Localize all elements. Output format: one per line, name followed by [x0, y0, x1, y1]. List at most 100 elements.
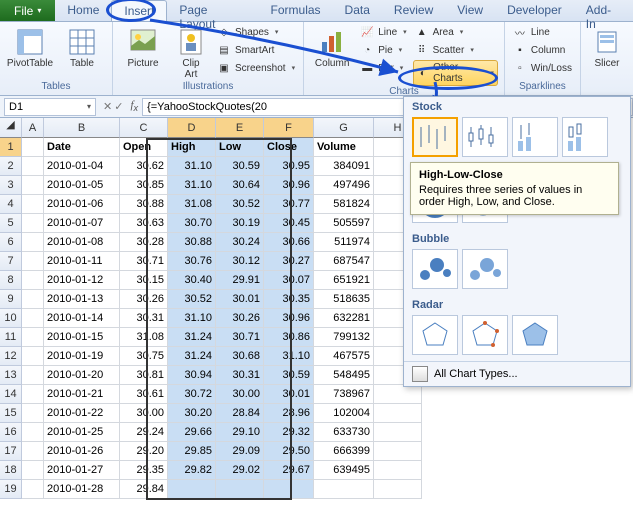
tab-view[interactable]: View — [445, 0, 495, 21]
cell-E18[interactable]: 29.02 — [216, 461, 264, 480]
cell-A17[interactable] — [22, 442, 44, 461]
colhdr-B[interactable]: B — [44, 118, 120, 138]
cell-A15[interactable] — [22, 404, 44, 423]
cell-F14[interactable]: 30.01 — [264, 385, 314, 404]
cell-B16[interactable]: 2010-01-25 — [44, 423, 120, 442]
rowhdr-17[interactable]: 17 — [0, 442, 22, 461]
cell-B17[interactable]: 2010-01-26 — [44, 442, 120, 461]
cell-D1[interactable]: High — [168, 138, 216, 157]
cell-H15[interactable] — [374, 404, 422, 423]
cell-F11[interactable]: 30.86 — [264, 328, 314, 347]
cell-E12[interactable]: 30.68 — [216, 347, 264, 366]
colhdr-D[interactable]: D — [168, 118, 216, 138]
shapes-button[interactable]: ◇Shapes — [215, 24, 297, 40]
cell-A8[interactable] — [22, 271, 44, 290]
cell-C9[interactable]: 30.26 — [120, 290, 168, 309]
cell-C10[interactable]: 30.31 — [120, 309, 168, 328]
cell-A6[interactable] — [22, 233, 44, 252]
line-chart-button[interactable]: 📈Line — [358, 24, 408, 40]
stock-chart-vohlc[interactable] — [562, 117, 608, 157]
cell-F2[interactable]: 30.95 — [264, 157, 314, 176]
cell-D19[interactable] — [168, 480, 216, 499]
cell-G13[interactable]: 548495 — [314, 366, 374, 385]
cell-B5[interactable]: 2010-01-07 — [44, 214, 120, 233]
slicer-button[interactable]: Slicer — [587, 24, 627, 69]
cell-H17[interactable] — [374, 442, 422, 461]
pivottable-button[interactable]: PivotTable — [6, 24, 54, 69]
tab-data[interactable]: Data — [333, 0, 382, 21]
rowhdr-2[interactable]: 2 — [0, 157, 22, 176]
cell-F15[interactable]: 28.96 — [264, 404, 314, 423]
rowhdr-12[interactable]: 12 — [0, 347, 22, 366]
picture-button[interactable]: Picture — [119, 24, 167, 69]
cell-B12[interactable]: 2010-01-19 — [44, 347, 120, 366]
rowhdr-4[interactable]: 4 — [0, 195, 22, 214]
tab-page-layout[interactable]: Page Layout — [167, 0, 258, 21]
cell-D5[interactable]: 30.70 — [168, 214, 216, 233]
cell-B19[interactable]: 2010-01-28 — [44, 480, 120, 499]
rowhdr-5[interactable]: 5 — [0, 214, 22, 233]
cell-G19[interactable] — [314, 480, 374, 499]
cell-A19[interactable] — [22, 480, 44, 499]
colhdr-E[interactable]: E — [216, 118, 264, 138]
cells-area[interactable]: DateOpenHighLowCloseVolume2010-01-0430.6… — [22, 138, 422, 499]
cell-E1[interactable]: Low — [216, 138, 264, 157]
scatter-chart-button[interactable]: ⠿Scatter — [413, 42, 498, 58]
select-all-corner[interactable]: ◢ — [0, 118, 22, 138]
cell-F4[interactable]: 30.77 — [264, 195, 314, 214]
cell-A7[interactable] — [22, 252, 44, 271]
cell-C15[interactable]: 30.00 — [120, 404, 168, 423]
screenshot-button[interactable]: ▣Screenshot — [215, 60, 297, 76]
cell-D9[interactable]: 30.52 — [168, 290, 216, 309]
cell-D12[interactable]: 31.24 — [168, 347, 216, 366]
cell-B11[interactable]: 2010-01-15 — [44, 328, 120, 347]
cell-D2[interactable]: 31.10 — [168, 157, 216, 176]
cell-B8[interactable]: 2010-01-12 — [44, 271, 120, 290]
rowhdr-16[interactable]: 16 — [0, 423, 22, 442]
cell-A4[interactable] — [22, 195, 44, 214]
cell-E3[interactable]: 30.64 — [216, 176, 264, 195]
cell-E7[interactable]: 30.12 — [216, 252, 264, 271]
cell-B13[interactable]: 2010-01-20 — [44, 366, 120, 385]
cell-E16[interactable]: 29.10 — [216, 423, 264, 442]
cell-C13[interactable]: 30.81 — [120, 366, 168, 385]
cell-F18[interactable]: 29.67 — [264, 461, 314, 480]
cell-D14[interactable]: 30.72 — [168, 385, 216, 404]
cell-D11[interactable]: 31.24 — [168, 328, 216, 347]
sparkline-winloss-button[interactable]: ▫Win/Loss — [511, 60, 574, 76]
cell-H19[interactable] — [374, 480, 422, 499]
sparkline-line-button[interactable]: 〰Line — [511, 24, 574, 40]
cell-A16[interactable] — [22, 423, 44, 442]
cell-F9[interactable]: 30.35 — [264, 290, 314, 309]
tab-home[interactable]: Home — [55, 0, 111, 21]
tab-review[interactable]: Review — [382, 0, 445, 21]
fx-icon[interactable]: fx — [126, 99, 142, 113]
cell-G3[interactable]: 497496 — [314, 176, 374, 195]
cell-C8[interactable]: 30.15 — [120, 271, 168, 290]
cell-F5[interactable]: 30.45 — [264, 214, 314, 233]
cell-D6[interactable]: 30.88 — [168, 233, 216, 252]
rowhdr-8[interactable]: 8 — [0, 271, 22, 290]
cell-H14[interactable] — [374, 385, 422, 404]
rowhdr-11[interactable]: 11 — [0, 328, 22, 347]
bubble-chart[interactable] — [412, 249, 458, 289]
cell-G16[interactable]: 633730 — [314, 423, 374, 442]
cell-E8[interactable]: 29.91 — [216, 271, 264, 290]
cell-A12[interactable] — [22, 347, 44, 366]
cell-G7[interactable]: 687547 — [314, 252, 374, 271]
cell-F19[interactable] — [264, 480, 314, 499]
cell-B1[interactable]: Date — [44, 138, 120, 157]
cell-E14[interactable]: 30.00 — [216, 385, 264, 404]
cell-B10[interactable]: 2010-01-14 — [44, 309, 120, 328]
cell-B3[interactable]: 2010-01-05 — [44, 176, 120, 195]
cell-E15[interactable]: 28.84 — [216, 404, 264, 423]
cell-A1[interactable] — [22, 138, 44, 157]
cell-H18[interactable] — [374, 461, 422, 480]
cell-B15[interactable]: 2010-01-22 — [44, 404, 120, 423]
cell-C4[interactable]: 30.88 — [120, 195, 168, 214]
cell-B18[interactable]: 2010-01-27 — [44, 461, 120, 480]
cell-G2[interactable]: 384091 — [314, 157, 374, 176]
cell-C14[interactable]: 30.61 — [120, 385, 168, 404]
tab-formulas[interactable]: Formulas — [259, 0, 333, 21]
cell-G9[interactable]: 518635 — [314, 290, 374, 309]
